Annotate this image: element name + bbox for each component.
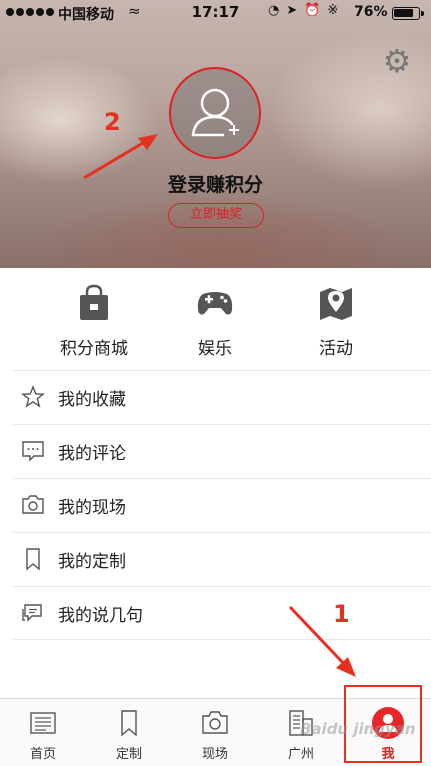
- menu-item-label: 我的现场: [58, 498, 126, 518]
- menu-item-favorites[interactable]: 我的收藏: [13, 370, 431, 424]
- tab-label: 广州: [287, 747, 314, 762]
- tab-label: 现场: [201, 747, 228, 762]
- map-pin-icon: [320, 288, 352, 320]
- annotation-arrow-2: [83, 134, 158, 180]
- menu-item-label: 我的定制: [58, 552, 126, 572]
- menu-item-customization[interactable]: 我的定制: [13, 532, 431, 586]
- quick-entry-activities[interactable]: 活动: [276, 282, 396, 359]
- star-icon: [21, 385, 45, 408]
- gamepad-icon: [197, 292, 233, 315]
- comment-icon: [22, 441, 44, 462]
- shopping-bag-icon: [80, 284, 108, 320]
- tab-label: 定制: [115, 747, 142, 762]
- menu-item-live-scene[interactable]: 我的现场: [13, 478, 431, 532]
- quick-entry-label: 积分商城: [60, 339, 128, 359]
- menu-item-label: 我的评论: [58, 444, 126, 464]
- quick-entry-label: 活动: [319, 339, 353, 359]
- menu-item-label: 我的收藏: [58, 390, 126, 410]
- profile-menu-list: 我的收藏 我的评论 我的现场 我的定制 我的说几句: [0, 370, 431, 640]
- battery-percentage: 76%: [354, 4, 388, 20]
- profile-header: ⚙ 登录赚积分 立即抽奖 2: [0, 0, 431, 268]
- camera-icon: [202, 711, 228, 734]
- menu-item-comments[interactable]: 我的评论: [13, 424, 431, 478]
- menu-item-say-something[interactable]: 我的说几句: [13, 586, 431, 640]
- quick-entry-row: 积分商城 娱乐 活动: [0, 268, 431, 370]
- menu-item-label: 我的说几句: [58, 606, 143, 626]
- quick-entry-entertainment[interactable]: 娱乐: [155, 282, 275, 359]
- status-icons: ◔➤⏰※: [268, 3, 346, 18]
- camera-icon: [22, 495, 44, 514]
- quick-entry-points-mall[interactable]: 积分商城: [34, 282, 154, 359]
- chat-icon: [22, 604, 42, 622]
- quick-entry-label: 娱乐: [198, 339, 232, 359]
- tab-home[interactable]: 首页: [0, 699, 86, 766]
- tab-live[interactable]: 现场: [172, 699, 258, 766]
- bookmark-icon: [26, 548, 40, 571]
- annotation-number-1: 1: [333, 600, 350, 628]
- bookmark-icon: [121, 710, 137, 737]
- tab-customize[interactable]: 定制: [86, 699, 172, 766]
- battery-icon: [392, 7, 424, 20]
- tab-label: 首页: [29, 747, 56, 762]
- newspaper-icon: [30, 712, 56, 734]
- status-bar: 中国移动 ≈ 17:17 ◔➤⏰※ 76%: [0, 0, 431, 26]
- watermark: Baidu jingyan: [300, 720, 416, 738]
